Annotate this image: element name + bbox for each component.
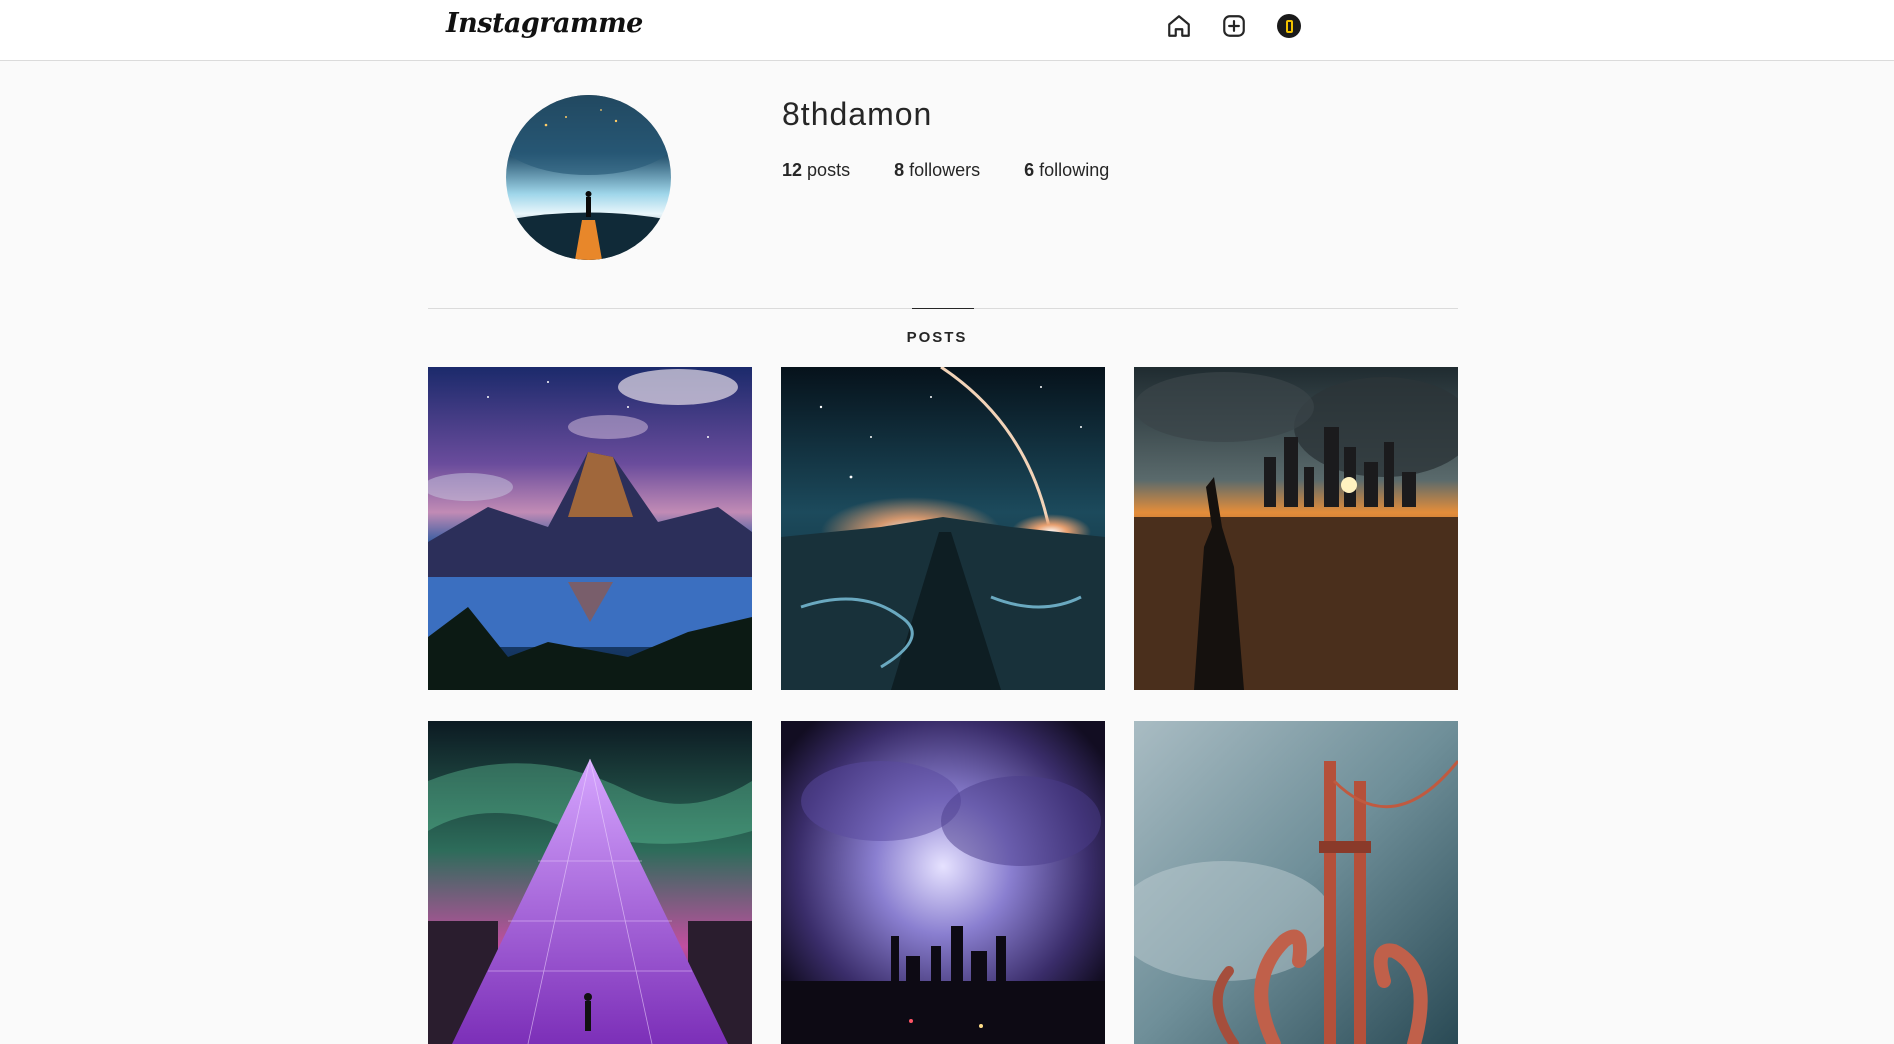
tab-posts[interactable]: POSTS	[907, 308, 974, 346]
post-thumbnail[interactable]	[428, 721, 752, 1044]
profile-username: 8thdamon	[782, 96, 933, 132]
posts-count: 12	[782, 160, 803, 180]
tab-posts-label: POSTS	[906, 329, 968, 346]
posts-label: posts	[807, 160, 851, 180]
post-thumbnail[interactable]	[1134, 721, 1458, 1044]
posts-grid	[428, 367, 1459, 1044]
post-thumbnail[interactable]	[781, 367, 1105, 690]
post-thumbnail[interactable]	[428, 367, 752, 690]
post-thumbnail[interactable]	[1134, 367, 1458, 690]
followers-count: 8	[894, 160, 905, 180]
top-navigation-bar: Instagramme	[0, 0, 1894, 61]
following-count: 6	[1024, 160, 1035, 180]
add-post-icon[interactable]	[1220, 12, 1248, 40]
posts-stat: 12 posts	[782, 160, 850, 181]
mini-avatar	[1277, 14, 1301, 38]
followers-label: followers	[909, 160, 981, 180]
followers-stat[interactable]: 8 followers	[894, 160, 980, 181]
home-icon[interactable]	[1165, 12, 1193, 40]
following-label: following	[1039, 160, 1110, 180]
app-logo[interactable]: Instagramme	[446, 8, 643, 39]
profile-avatar-icon[interactable]	[1275, 12, 1303, 40]
following-stat[interactable]: 6 following	[1024, 160, 1109, 181]
post-thumbnail[interactable]	[781, 721, 1105, 1044]
profile-stats: 12 posts 8 followers 6 following	[782, 160, 1153, 181]
profile-picture[interactable]	[506, 95, 671, 260]
